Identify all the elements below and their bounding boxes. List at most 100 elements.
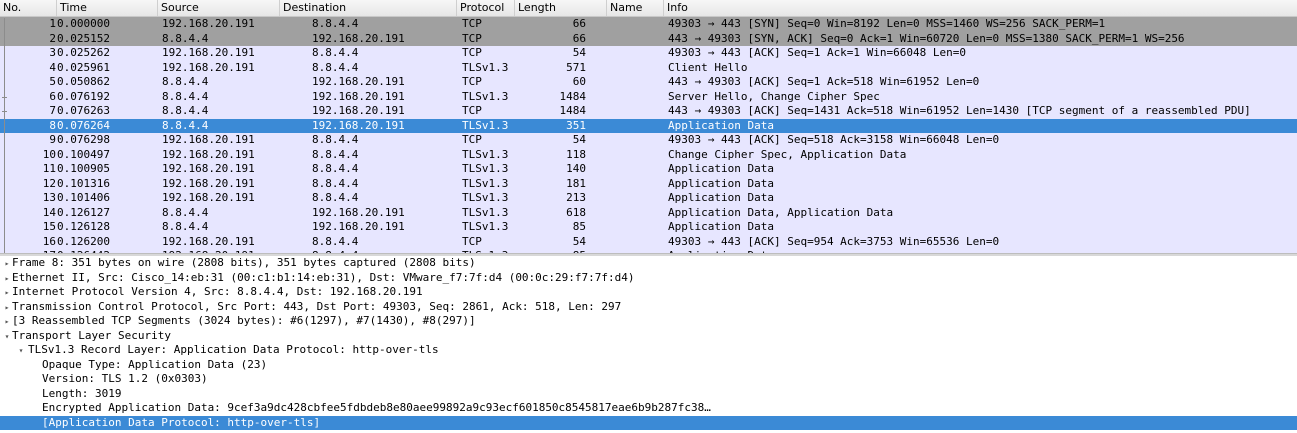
packet-source: 8.8.4.4 <box>162 89 209 103</box>
packet-length: 140 <box>566 162 586 175</box>
packet-row[interactable]: 5 0.050862 8.8.4.4 192.168.20.191 TCP 60 443 →… <box>0 75 1297 90</box>
packet-row[interactable]: 2 0.025152 8.8.4.4 192.168.20.191 TCP 66 443 →… <box>0 31 1297 46</box>
column-header-length[interactable]: Length <box>515 0 607 16</box>
packet-list-header: No. Time Source Destination Protocol Len… <box>0 0 1297 17</box>
packet-time: 0.126127 <box>57 205 110 219</box>
details-tree-item[interactable]: Opaque Type: Application Data (23) <box>0 358 1297 373</box>
packet-row[interactable]: 6 0.076192 8.8.4.4 192.168.20.191 TLSv1.3 148… <box>0 89 1297 104</box>
packet-time: 0.126200 <box>57 234 110 248</box>
packet-row[interactable]: 14 0.126127 8.8.4.4 192.168.20.191 TLSv1.3 61… <box>0 205 1297 220</box>
packet-row[interactable]: 12 0.101316 192.168.20.191 8.8.4.4 TLSv1.3 18… <box>0 176 1297 191</box>
packet-info: Application Data, Application Data <box>668 205 894 219</box>
expand-arrow-icon[interactable]: ▸ <box>2 272 12 287</box>
packet-number: 4 <box>49 60 56 74</box>
packet-row[interactable]: 16 0.126200 192.168.20.191 8.8.4.4 TCP 54 4930… <box>0 234 1297 249</box>
packet-row[interactable]: 9 0.076298 192.168.20.191 8.8.4.4 TCP 54 49303… <box>0 133 1297 148</box>
packet-row[interactable]: 8 0.076264 8.8.4.4 192.168.20.191 TLSv1.3 351… <box>0 118 1297 133</box>
packet-info: Application Data <box>668 162 774 175</box>
expand-arrow-icon[interactable]: ▸ <box>2 315 12 330</box>
details-tree-label: Version: TLS 1.2 (0x0303) <box>42 372 208 385</box>
packet-number: 16 <box>42 234 56 248</box>
packet-row[interactable]: 13 0.101406 192.168.20.191 8.8.4.4 TLSv1.3 21… <box>0 191 1297 206</box>
packet-time: 0.100905 <box>57 162 110 175</box>
packet-source: 192.168.20.191 <box>162 46 255 59</box>
packet-protocol: TLSv1.3 <box>462 147 509 161</box>
details-tree-item[interactable]: Version: TLS 1.2 (0x0303) <box>0 372 1297 387</box>
packet-info: Client Hello <box>668 60 748 74</box>
packet-source: 8.8.4.4 <box>162 75 209 88</box>
details-tree-item[interactable]: Length: 3019 <box>0 387 1297 402</box>
packet-length: 66 <box>572 17 586 30</box>
packet-destination: 8.8.4.4 <box>312 133 359 146</box>
packet-time: 0.100497 <box>57 147 110 161</box>
packet-time: 0.101316 <box>57 176 110 190</box>
packet-number: 2 <box>49 31 56 45</box>
details-tree-item[interactable]: ▾ TLSv1.3 Record Layer: Application Data … <box>0 343 1297 358</box>
packet-protocol: TLSv1.3 <box>462 191 509 204</box>
details-tree-label: Length: 3019 <box>42 386 122 400</box>
expand-arrow-icon[interactable]: ▸ <box>2 301 12 316</box>
expand-arrow-icon[interactable]: ▸ <box>2 257 12 272</box>
packet-number: 6 <box>49 89 56 103</box>
details-tree-label: [Application Data Protocol: http-over-tl… <box>42 415 321 429</box>
packet-row[interactable]: 11 0.100905 192.168.20.191 8.8.4.4 TLSv1.3 14… <box>0 162 1297 177</box>
packet-time: 0.126128 <box>57 220 110 233</box>
packet-list[interactable]: No. Time Source Destination Protocol Len… <box>0 0 1297 253</box>
details-tree-item[interactable]: [Application Data Protocol: http-over-tl… <box>0 415 1297 430</box>
collapse-arrow-icon[interactable]: ▾ <box>2 330 12 345</box>
packet-protocol: TLSv1.3 <box>462 176 509 190</box>
packet-source: 8.8.4.4 <box>162 118 209 132</box>
packet-length: 351 <box>566 118 586 132</box>
packet-row[interactable]: 7 0.076263 8.8.4.4 192.168.20.191 TCP 1484 443… <box>0 104 1297 119</box>
packet-time: 0.025152 <box>57 31 110 45</box>
packet-time: 0.050862 <box>57 75 110 88</box>
details-tree-item[interactable]: Encrypted Application Data: 9cef3a9dc428… <box>0 401 1297 416</box>
packet-protocol: TCP <box>462 75 482 88</box>
packet-time: 0.076263 <box>57 104 110 117</box>
packet-length: 85 <box>572 220 586 233</box>
packet-row[interactable]: 10 0.100497 192.168.20.191 8.8.4.4 TLSv1.3 11… <box>0 147 1297 162</box>
packet-info: 49303 → 443 [ACK] Seq=518 Ack=3158 Win=6… <box>668 133 1000 146</box>
packet-number: 1 <box>49 17 56 30</box>
collapse-arrow-icon[interactable]: ▾ <box>16 344 26 359</box>
packet-protocol: TCP <box>462 234 482 248</box>
expand-arrow-icon[interactable]: ▸ <box>2 286 12 301</box>
packet-info: Application Data <box>668 118 774 132</box>
column-header-no[interactable]: No. <box>0 0 57 16</box>
packet-protocol: TLSv1.3 <box>462 60 509 74</box>
packet-source: 192.168.20.191 <box>162 234 255 248</box>
column-header-time[interactable]: Time <box>57 0 158 16</box>
details-tree-item[interactable]: ▸ Frame 8: 351 bytes on wire (2808 bits),… <box>0 256 1297 271</box>
column-header-name[interactable]: Name <box>607 0 664 16</box>
packet-details-tree[interactable]: ▸ Frame 8: 351 bytes on wire (2808 bits),… <box>0 256 1297 433</box>
packet-length: 571 <box>566 60 586 74</box>
packet-number: 5 <box>49 75 56 88</box>
column-header-info[interactable]: Info <box>664 0 1297 16</box>
packet-length: 1484 <box>559 104 587 117</box>
details-tree-label: Ethernet II, Src: Cisco_14:eb:31 (00:c1:… <box>12 270 635 284</box>
packet-protocol: TLSv1.3 <box>462 205 509 219</box>
packet-time: 0.076264 <box>57 118 110 132</box>
details-tree-item[interactable]: ▾ Transport Layer Security <box>0 329 1297 344</box>
column-header-destination[interactable]: Destination <box>280 0 457 16</box>
packet-time: 0.025961 <box>57 60 110 74</box>
details-tree-item[interactable]: ▸ Ethernet II, Src: Cisco_14:eb:31 (00:c1… <box>0 271 1297 286</box>
packet-number: 9 <box>49 133 56 146</box>
packet-info: 443 → 49303 [ACK] Seq=1 Ack=518 Win=6195… <box>668 75 980 88</box>
packet-source: 192.168.20.191 <box>162 162 255 175</box>
packet-row[interactable]: 3 0.025262 192.168.20.191 8.8.4.4 TCP 54 49303… <box>0 46 1297 61</box>
packet-destination: 8.8.4.4 <box>312 46 359 59</box>
packet-destination: 8.8.4.4 <box>312 176 359 190</box>
details-tree-label: Encrypted Application Data: 9cef3a9dc428… <box>42 401 711 414</box>
packet-info: 49303 → 443 [SYN] Seq=0 Win=8192 Len=0 M… <box>668 17 1106 30</box>
packet-row[interactable]: 15 0.126128 8.8.4.4 192.168.20.191 TLSv1.3 85… <box>0 220 1297 235</box>
packet-source: 192.168.20.191 <box>162 60 255 74</box>
packet-row[interactable]: 1 0.000000 192.168.20.191 8.8.4.4 TCP 66 49303… <box>0 17 1297 32</box>
column-header-protocol[interactable]: Protocol <box>457 0 515 16</box>
packet-row[interactable]: 4 0.025961 192.168.20.191 8.8.4.4 TLSv1.3 571… <box>0 60 1297 75</box>
column-header-source[interactable]: Source <box>158 0 280 16</box>
packet-protocol: TCP <box>462 31 482 45</box>
details-tree-item[interactable]: ▸ [3 Reassembled TCP Segments (3024 bytes… <box>0 314 1297 329</box>
details-tree-item[interactable]: ▸ Internet Protocol Version 4, Src: 8.8.4… <box>0 285 1297 300</box>
details-tree-item[interactable]: ▸ Transmission Control Protocol, Src Port… <box>0 300 1297 315</box>
